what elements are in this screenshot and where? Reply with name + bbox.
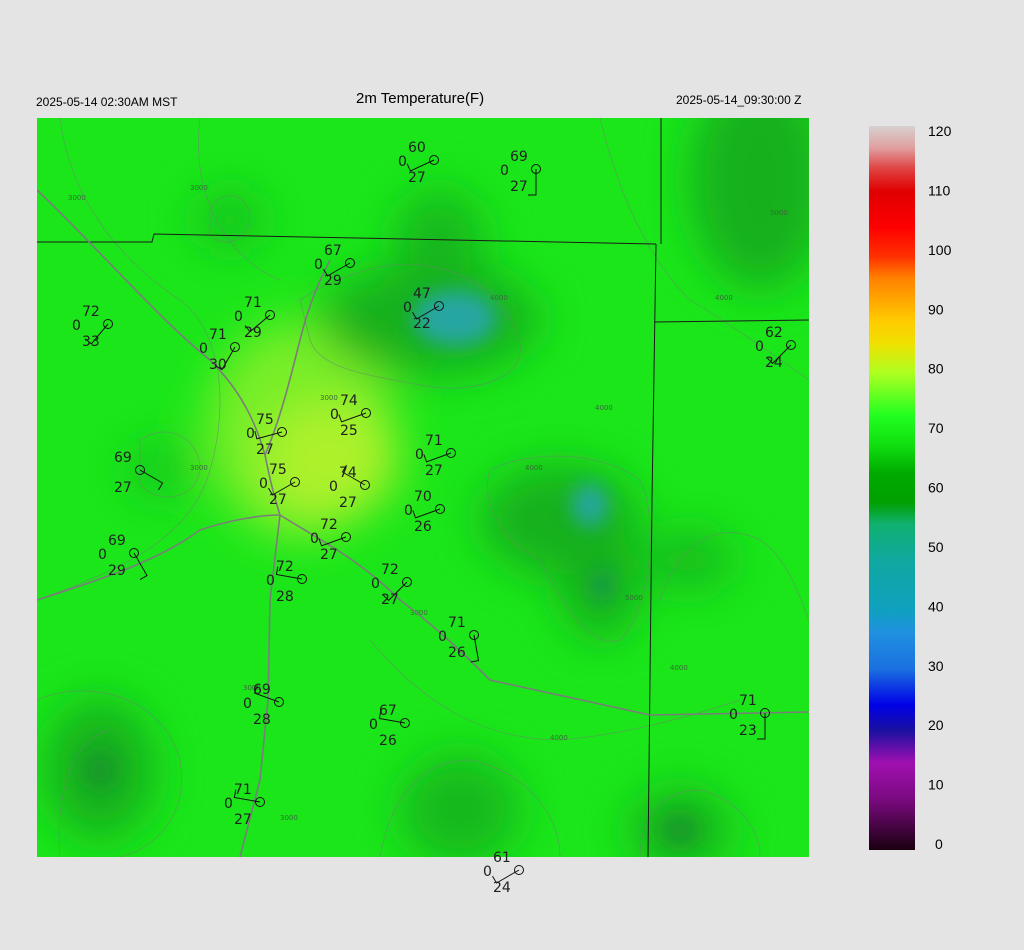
colorbar-tick-label: 100 <box>928 242 952 258</box>
colorbar-tick-label: 80 <box>928 361 944 377</box>
colorbar-tick-label: 60 <box>928 480 944 496</box>
colorbar-tick-label: 0 <box>935 836 943 852</box>
colorbar-tick-label: 30 <box>928 658 944 674</box>
colorbar-tick-label: 50 <box>928 539 944 555</box>
colorbar-tick-label: 10 <box>928 777 944 793</box>
colorbar-tick-label: 120 <box>928 123 952 139</box>
colorbar-tick-label: 20 <box>928 717 944 733</box>
colorbar-tick-label: 90 <box>928 301 944 317</box>
colorbar-tick-label: 40 <box>928 598 944 614</box>
colorbar-ramp <box>869 126 915 850</box>
colorbar-tick-label: 110 <box>928 182 951 198</box>
colorbar-tick-label: 70 <box>928 420 944 436</box>
colorbar: 0 10 20 30 40 50 60 70 80 90 100 110 120 <box>869 123 952 852</box>
